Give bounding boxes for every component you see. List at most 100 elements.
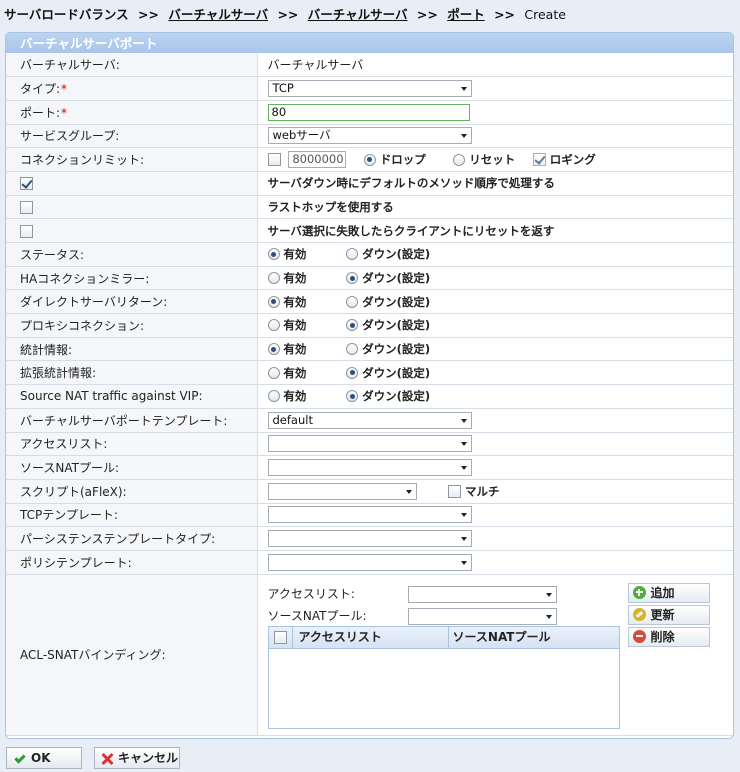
cancel-button[interactable]: キャンセル bbox=[94, 747, 180, 769]
acl-buttons: 追加 更新 削除 bbox=[627, 582, 710, 649]
stats-enable-radio[interactable] bbox=[267, 343, 280, 356]
acl-access-list-select[interactable] bbox=[407, 585, 557, 603]
acl-binding: アクセスリスト: ソースNATプール: アクセスリスト ソースNATプール 追加 bbox=[258, 575, 734, 735]
breadcrumb-sep: >> bbox=[494, 7, 516, 22]
snat-pool-select[interactable] bbox=[267, 459, 472, 477]
breadcrumb-link-vserver-2[interactable]: バーチャルサーバ bbox=[308, 7, 408, 22]
breadcrumb: サーバロードバランス >> バーチャルサーバ >> バーチャルサーバ >> ポー… bbox=[4, 4, 566, 22]
default-method-checkbox[interactable] bbox=[20, 177, 33, 191]
policy-template-select[interactable] bbox=[267, 553, 472, 571]
persist-type-select[interactable] bbox=[267, 530, 472, 548]
required-mark: * bbox=[61, 82, 68, 97]
check-icon bbox=[14, 751, 26, 764]
bottom-bar: OK キャンセル bbox=[0, 745, 740, 772]
ha-mirror-enable-radio[interactable] bbox=[267, 272, 280, 285]
add-icon bbox=[632, 585, 646, 599]
policy-template-label: ポリシテンプレート: bbox=[6, 550, 258, 575]
acl-label: ACL-SNATバインディング: bbox=[6, 574, 258, 736]
acl-snat-pool-label: ソースNATプール: bbox=[267, 608, 367, 623]
dsr-enable-radio[interactable] bbox=[267, 295, 280, 308]
acl-snat-pool-select[interactable] bbox=[407, 607, 557, 625]
conn-limit-label: コネクションリミット: bbox=[6, 147, 258, 172]
select-all-checkbox[interactable] bbox=[273, 631, 287, 645]
snat-pool-label: ソースNATプール: bbox=[6, 455, 258, 480]
service-group-select[interactable]: webサーバ bbox=[267, 127, 472, 145]
breadcrumb-sep: >> bbox=[138, 7, 159, 22]
ext-stats-enable-radio[interactable] bbox=[267, 366, 280, 379]
last-hop-checkbox[interactable] bbox=[20, 200, 33, 214]
conn-limit-input[interactable]: 8000000 bbox=[288, 151, 347, 169]
port-input[interactable]: 80 bbox=[267, 103, 470, 121]
proxy-disable-radio[interactable] bbox=[346, 319, 359, 332]
disable-label: ダウン(設定) bbox=[362, 389, 431, 404]
tcp-template-label: TCPテンプレート: bbox=[6, 503, 258, 528]
panel-title: バーチャルサーバポート bbox=[6, 33, 733, 53]
multi-label: マルチ bbox=[464, 484, 500, 499]
enable-label: 有効 bbox=[283, 342, 307, 357]
ha-mirror-label: HAコネクションミラー: bbox=[6, 266, 258, 291]
proxy-label: プロキシコネクション: bbox=[6, 313, 258, 338]
acl-binding-table: アクセスリスト ソースNATプール bbox=[267, 625, 620, 729]
breadcrumb-link-port[interactable]: ポート bbox=[447, 7, 485, 22]
disable-label: ダウン(設定) bbox=[362, 365, 431, 380]
default-method-text: サーバダウン時にデフォルトのメソッド順序で処理する bbox=[267, 176, 555, 191]
pencil-icon bbox=[632, 607, 646, 621]
chevron-down-icon bbox=[460, 466, 467, 471]
status-enable-radio[interactable] bbox=[267, 248, 280, 261]
chevron-down-icon bbox=[460, 537, 467, 542]
source-nat-disable-radio[interactable] bbox=[346, 390, 359, 403]
dsr-label: ダイレクトサーバリターン: bbox=[6, 289, 258, 315]
access-list-select[interactable] bbox=[267, 435, 472, 453]
status-disable-radio[interactable] bbox=[346, 248, 359, 261]
reset-radio[interactable] bbox=[453, 153, 466, 166]
breadcrumb-current: Create bbox=[524, 7, 566, 22]
col-access-list[interactable]: アクセスリスト bbox=[293, 626, 449, 649]
source-nat-enable-radio[interactable] bbox=[267, 390, 280, 403]
chevron-down-icon bbox=[545, 614, 552, 619]
drop-radio[interactable] bbox=[363, 153, 376, 166]
tcp-template-select[interactable] bbox=[267, 506, 472, 524]
disable-label: ダウン(設定) bbox=[362, 342, 431, 357]
update-button[interactable]: 更新 bbox=[627, 604, 710, 625]
enable-label: 有効 bbox=[283, 318, 307, 333]
drop-label: ドロップ bbox=[379, 152, 426, 167]
add-button[interactable]: 追加 bbox=[627, 582, 710, 603]
table-header: アクセスリスト ソースNATプール bbox=[268, 626, 619, 649]
dsr-disable-radio[interactable] bbox=[346, 295, 359, 308]
breadcrumb-link-vserver[interactable]: バーチャルサーバ bbox=[168, 7, 268, 22]
reset-on-fail-checkbox[interactable] bbox=[20, 224, 33, 238]
stats-disable-radio[interactable] bbox=[346, 343, 359, 356]
last-hop-text: ラストホップを使用する bbox=[267, 199, 394, 214]
proxy-enable-radio[interactable] bbox=[267, 319, 280, 332]
acl-access-list-label: アクセスリスト: bbox=[267, 586, 355, 601]
status-label: ステータス: bbox=[6, 242, 258, 267]
close-icon bbox=[101, 753, 113, 765]
chevron-down-icon bbox=[545, 592, 552, 597]
enable-label: 有効 bbox=[283, 389, 307, 404]
ext-stats-disable-radio[interactable] bbox=[346, 366, 359, 379]
vport-template-select[interactable]: default bbox=[267, 411, 472, 429]
chevron-down-icon bbox=[460, 418, 467, 423]
vport-form: バーチャルサーバ: バーチャルサーバ タイプ:* TCP ポート:* 80 サー… bbox=[6, 53, 733, 736]
reset-label: リセット bbox=[469, 152, 516, 167]
conn-limit-checkbox[interactable] bbox=[267, 153, 281, 167]
script-select[interactable] bbox=[267, 482, 417, 500]
vport-template-label: バーチャルサーバポートテンプレート: bbox=[6, 408, 258, 433]
delete-button[interactable]: 削除 bbox=[627, 626, 710, 647]
multi-checkbox[interactable] bbox=[448, 484, 462, 498]
chevron-down-icon bbox=[405, 489, 412, 494]
logging-checkbox[interactable] bbox=[532, 153, 546, 167]
ext-stats-label: 拡張統計情報: bbox=[6, 360, 258, 386]
disable-label: ダウン(設定) bbox=[362, 247, 431, 262]
access-list-label: アクセスリスト: bbox=[6, 432, 258, 457]
breadcrumb-sep: >> bbox=[277, 7, 299, 22]
stats-label: 統計情報: bbox=[6, 337, 258, 362]
chevron-down-icon bbox=[460, 513, 467, 518]
source-nat-label: Source NAT traffic against VIP: bbox=[6, 384, 258, 409]
enable-label: 有効 bbox=[283, 247, 307, 262]
port-label: ポート:* bbox=[6, 100, 258, 125]
ok-button[interactable]: OK bbox=[6, 747, 82, 769]
col-snat-pool[interactable]: ソースNATプール bbox=[449, 626, 551, 648]
type-select[interactable]: TCP bbox=[267, 80, 472, 98]
ha-mirror-disable-radio[interactable] bbox=[346, 272, 359, 285]
